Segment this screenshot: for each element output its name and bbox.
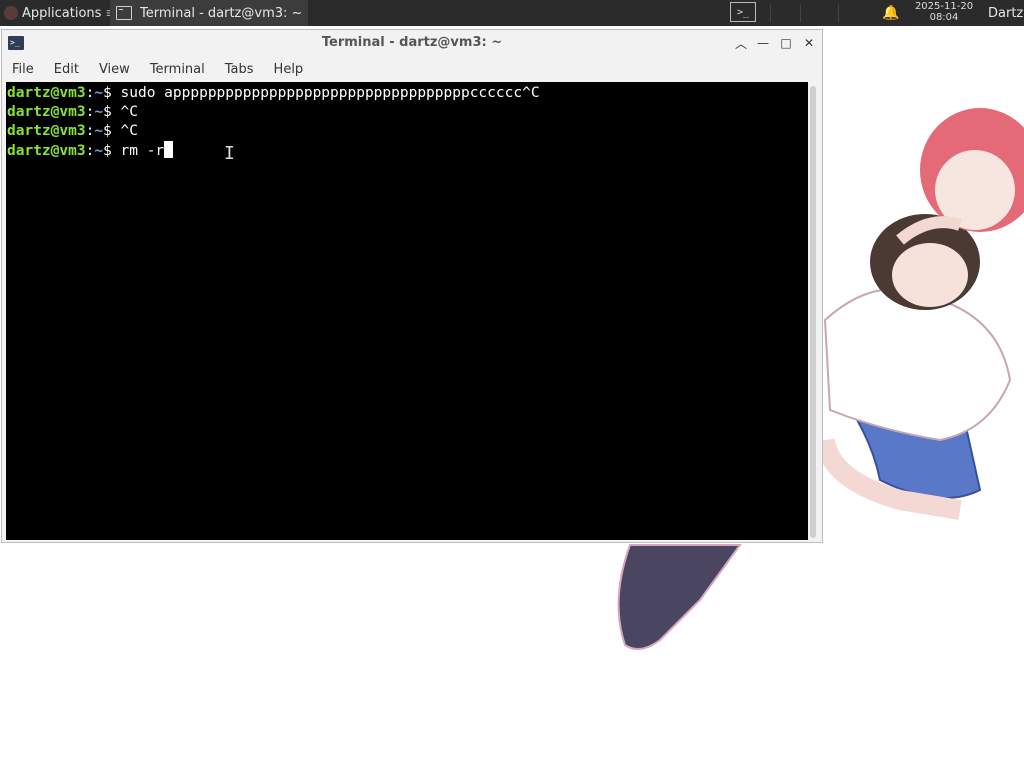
- shade-button[interactable]: ︿: [732, 34, 750, 52]
- prompt-user: dartz@vm3: [7, 123, 86, 139]
- command-input[interactable]: rm -r: [121, 143, 165, 159]
- terminal-launcher-button[interactable]: >_: [730, 2, 756, 22]
- panel-separator: [770, 4, 771, 22]
- menu-edit[interactable]: Edit: [44, 62, 89, 77]
- prompt-user: dartz@vm3: [7, 143, 86, 159]
- prompt-user: dartz@vm3: [7, 104, 86, 120]
- applications-logo-icon: [4, 6, 18, 20]
- terminal-output[interactable]: dartz@vm3:~$ sudo appppppppppppppppppppp…: [6, 82, 808, 540]
- window-titlebar[interactable]: >_ Terminal - dartz@vm3: ~ ︿ — □ ✕: [2, 30, 822, 56]
- panel-separator: [838, 4, 839, 22]
- terminal-line: dartz@vm3:~$ ^C: [7, 103, 808, 122]
- prompt-suffix: $: [103, 104, 121, 120]
- menu-terminal[interactable]: Terminal: [140, 62, 215, 77]
- applications-menu[interactable]: Applications ≡: [0, 0, 116, 26]
- applications-label: Applications: [22, 5, 102, 21]
- ibeam-cursor-icon: I: [224, 143, 235, 164]
- prompt-path: ~: [94, 85, 104, 101]
- terminal-line: dartz@vm3:~$ ^C: [7, 122, 808, 141]
- terminal-line-current[interactable]: dartz@vm3:~$ rm -r: [7, 141, 808, 161]
- command-text: ^C: [120, 104, 138, 120]
- terminal-window-icon: [116, 6, 132, 20]
- window-title: Terminal - dartz@vm3: ~: [321, 35, 503, 50]
- menu-bar: File Edit View Terminal Tabs Help: [2, 56, 822, 82]
- minimize-button[interactable]: —: [754, 34, 772, 52]
- close-button[interactable]: ✕: [800, 34, 818, 52]
- terminal-scrollbar[interactable]: [810, 86, 816, 538]
- text-cursor: [164, 141, 174, 158]
- prompt-separator: :: [85, 123, 95, 139]
- clock-date: 2025-11-20: [914, 1, 974, 12]
- prompt-path: ~: [94, 104, 104, 120]
- command-text: ^C: [120, 123, 138, 139]
- prompt-suffix: $: [103, 85, 121, 101]
- terminal-window: >_ Terminal - dartz@vm3: ~ ︿ — □ ✕ File …: [1, 29, 823, 543]
- prompt-user: dartz@vm3: [7, 85, 86, 101]
- menu-help[interactable]: Help: [264, 62, 314, 77]
- taskbar-item-terminal[interactable]: Terminal - dartz@vm3: ~: [110, 0, 308, 26]
- menu-view[interactable]: View: [89, 62, 140, 77]
- prompt-separator: :: [85, 143, 95, 159]
- taskbar-item-label: Terminal - dartz@vm3: ~: [140, 5, 303, 21]
- prompt-suffix: $: [103, 143, 121, 159]
- top-panel: Applications ≡ Terminal - dartz@vm3: ~ >…: [0, 0, 1024, 26]
- maximize-button[interactable]: □: [777, 34, 795, 52]
- command-text: sudo apppppppppppppppppppppppppppppppppp…: [120, 85, 540, 101]
- prompt-separator: :: [85, 104, 95, 120]
- prompt-separator: :: [85, 85, 95, 101]
- prompt-path: ~: [94, 123, 104, 139]
- clock-time: 08:04: [929, 12, 959, 23]
- prompt-path: ~: [94, 143, 104, 159]
- user-menu[interactable]: Dartz: [988, 0, 1023, 26]
- prompt-suffix: $: [103, 123, 121, 139]
- panel-separator: [800, 4, 801, 22]
- menu-tabs[interactable]: Tabs: [215, 62, 264, 77]
- notification-bell-icon[interactable]: 🔔: [882, 5, 899, 21]
- menu-file[interactable]: File: [2, 62, 44, 77]
- terminal-line: dartz@vm3:~$ sudo appppppppppppppppppppp…: [7, 84, 808, 103]
- clock[interactable]: 2025-11-20 08:04: [906, 1, 982, 23]
